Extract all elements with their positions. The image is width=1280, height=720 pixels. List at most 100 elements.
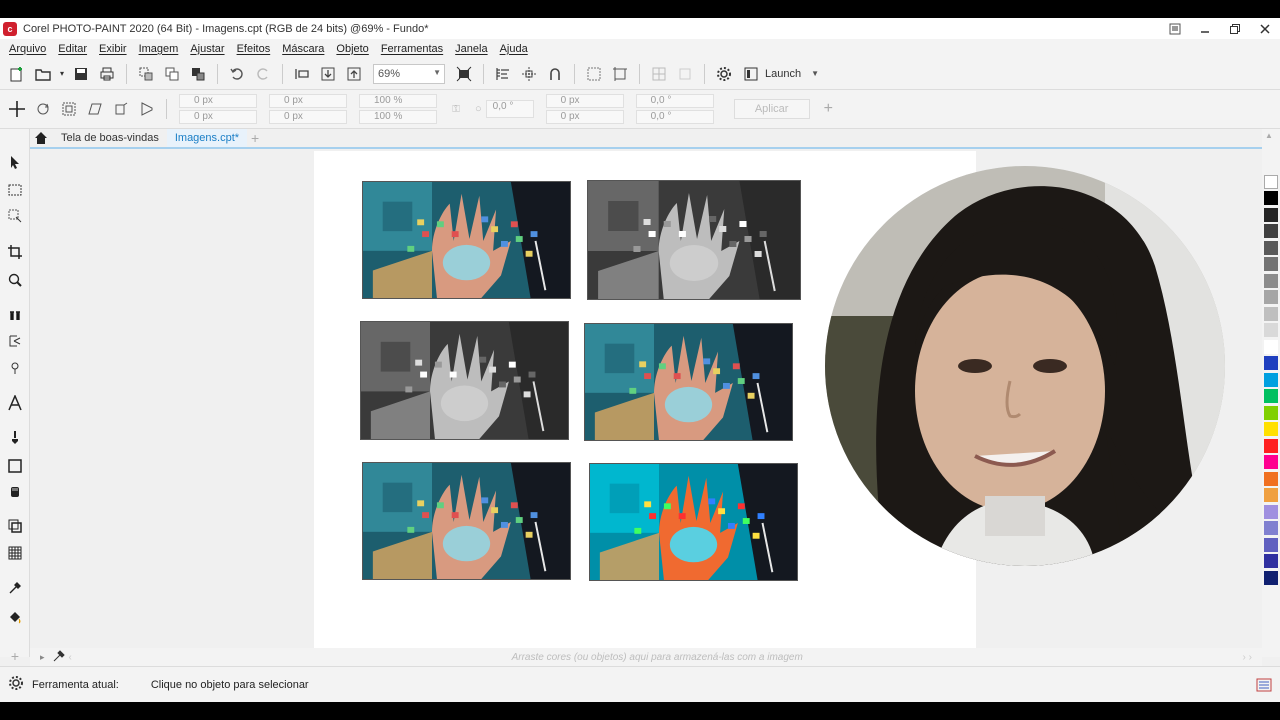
fill-bucket-icon[interactable] bbox=[4, 606, 26, 628]
image-thumbnail-2[interactable] bbox=[587, 180, 801, 300]
width-field[interactable]: 0 px bbox=[269, 94, 347, 108]
color-swatch[interactable] bbox=[1264, 224, 1278, 238]
menu-efeitos[interactable]: Efeitos bbox=[237, 43, 271, 55]
color-swatch[interactable] bbox=[1264, 405, 1278, 420]
add-tool-icon[interactable]: + bbox=[4, 645, 26, 667]
rectangle-mask-icon[interactable] bbox=[4, 179, 26, 201]
skew-v-field[interactable]: 0,0 ° bbox=[635, 110, 714, 124]
no-color-swatch[interactable] bbox=[1264, 175, 1278, 189]
color-swatch[interactable] bbox=[1264, 570, 1278, 585]
options-gear-icon[interactable] bbox=[713, 63, 735, 85]
launch-menu[interactable]: Launch ▼ bbox=[743, 66, 819, 82]
menu-ferramentas[interactable]: Ferramentas bbox=[381, 43, 443, 55]
undo-icon[interactable] bbox=[226, 63, 248, 85]
crop-tool-icon[interactable] bbox=[4, 241, 26, 263]
menu-janela[interactable]: Janela bbox=[455, 43, 487, 55]
zoom-level-select[interactable]: 69% ▼ bbox=[373, 63, 445, 84]
position-mode-icon[interactable] bbox=[6, 98, 28, 120]
scale-width-field[interactable]: 100 % bbox=[359, 94, 437, 108]
grid-snap-icon[interactable] bbox=[518, 63, 540, 85]
new-document-icon[interactable] bbox=[6, 63, 28, 85]
help-window-icon[interactable] bbox=[1160, 18, 1190, 39]
eraser-tool-icon[interactable] bbox=[4, 481, 26, 503]
tab-imagens-document[interactable]: Imagens.cpt* bbox=[166, 129, 248, 147]
skew-mode-icon[interactable] bbox=[84, 98, 106, 120]
color-info-icon[interactable] bbox=[1256, 678, 1272, 695]
position-y-field[interactable]: 0 px bbox=[179, 110, 257, 124]
menu-exibir[interactable]: Exibir bbox=[99, 43, 127, 55]
color-swatch[interactable] bbox=[1264, 290, 1278, 304]
rotation-angle-field[interactable]: 0,0 ° bbox=[485, 100, 534, 118]
drop-shadow-icon[interactable] bbox=[4, 515, 26, 537]
lock-ratio-icon[interactable]: ⚿ bbox=[445, 98, 467, 120]
perspective-mode-icon[interactable] bbox=[136, 98, 158, 120]
color-swatch[interactable] bbox=[1264, 455, 1278, 469]
center-x-field[interactable]: 0 px bbox=[545, 94, 624, 108]
corel-connect-icon[interactable] bbox=[291, 63, 313, 85]
color-swatch[interactable] bbox=[1264, 240, 1278, 255]
color-swatch[interactable] bbox=[1264, 554, 1278, 568]
skew-h-field[interactable]: 0,0 ° bbox=[635, 94, 714, 108]
menu-objeto[interactable]: Objeto bbox=[336, 43, 368, 55]
color-swatch[interactable] bbox=[1264, 191, 1278, 205]
color-swatch[interactable] bbox=[1264, 438, 1278, 453]
rectangle-tool-icon[interactable] bbox=[4, 455, 26, 477]
eyedropper-icon[interactable] bbox=[4, 577, 26, 599]
copy-icon[interactable] bbox=[161, 63, 183, 85]
settings-gear-icon[interactable] bbox=[8, 675, 24, 694]
position-x-field[interactable]: 0 px bbox=[179, 94, 257, 108]
image-thumbnail-4[interactable] bbox=[584, 323, 793, 441]
export-icon[interactable] bbox=[343, 63, 365, 85]
save-icon[interactable] bbox=[70, 63, 92, 85]
tray-scroll-right-icon[interactable]: › › bbox=[1243, 652, 1252, 663]
paint-brush-icon[interactable] bbox=[4, 426, 26, 448]
color-swatch[interactable] bbox=[1264, 273, 1278, 288]
rotate-mode-icon[interactable] bbox=[32, 98, 54, 120]
color-swatch[interactable] bbox=[1264, 257, 1278, 271]
print-icon[interactable] bbox=[96, 63, 118, 85]
color-swatch[interactable] bbox=[1264, 323, 1278, 337]
paste-icon[interactable] bbox=[187, 63, 209, 85]
close-icon[interactable] bbox=[1250, 18, 1280, 39]
color-swatch[interactable] bbox=[1264, 356, 1278, 370]
pick-tool-icon[interactable] bbox=[4, 151, 26, 173]
mask-marquee-icon[interactable] bbox=[583, 63, 605, 85]
zoom-tool-icon[interactable] bbox=[4, 269, 26, 291]
image-thumbnail-6[interactable] bbox=[589, 463, 798, 581]
menu-imagem[interactable]: Imagem bbox=[139, 43, 179, 55]
clone-tool-icon[interactable] bbox=[4, 330, 26, 352]
restore-icon[interactable] bbox=[1220, 18, 1250, 39]
snap-to-icon[interactable] bbox=[544, 63, 566, 85]
image-thumbnail-3[interactable] bbox=[360, 321, 569, 440]
scale-mode-icon[interactable] bbox=[58, 98, 80, 120]
add-toolbar-item-icon[interactable]: + bbox=[824, 100, 833, 118]
menu-ajuda[interactable]: Ajuda bbox=[500, 43, 528, 55]
text-tool-icon[interactable] bbox=[4, 392, 26, 414]
cut-icon[interactable] bbox=[135, 63, 157, 85]
tab-welcome-screen[interactable]: Tela de boas-vindas bbox=[53, 129, 167, 147]
mask-transform-icon[interactable] bbox=[4, 205, 26, 227]
transparency-tool-icon[interactable] bbox=[4, 542, 26, 564]
color-swatch[interactable] bbox=[1264, 339, 1278, 354]
height-field[interactable]: 0 px bbox=[269, 110, 347, 124]
add-tab-icon[interactable]: + bbox=[247, 130, 263, 146]
open-dropdown-icon[interactable]: ▾ bbox=[58, 63, 66, 85]
color-swatch[interactable] bbox=[1264, 537, 1278, 552]
scale-height-field[interactable]: 100 % bbox=[359, 110, 437, 124]
import-icon[interactable] bbox=[317, 63, 339, 85]
color-swatch[interactable] bbox=[1264, 389, 1278, 403]
menu-ajustar[interactable]: Ajustar bbox=[190, 43, 224, 55]
image-thumbnail-5[interactable] bbox=[362, 462, 571, 580]
object-clip-icon[interactable] bbox=[674, 63, 696, 85]
object-lock-icon[interactable] bbox=[648, 63, 670, 85]
home-icon[interactable] bbox=[33, 130, 49, 146]
image-thumbnail-1[interactable] bbox=[362, 181, 571, 299]
palette-scroll-up-icon[interactable]: ▲ bbox=[1265, 131, 1273, 140]
redo-icon[interactable] bbox=[252, 63, 274, 85]
red-eye-tool-icon[interactable] bbox=[4, 303, 26, 325]
menu-arquivo[interactable]: Arquivo bbox=[9, 43, 46, 55]
menu-editar[interactable]: Editar bbox=[58, 43, 87, 55]
color-swatch[interactable] bbox=[1264, 488, 1278, 502]
apply-button[interactable]: Aplicar bbox=[733, 99, 810, 119]
tray-options-icon[interactable]: ▸ bbox=[40, 652, 45, 663]
